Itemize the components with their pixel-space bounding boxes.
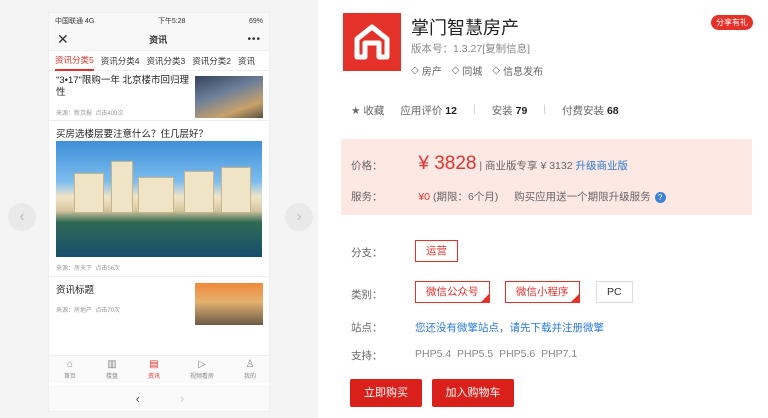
battery-text: 69% <box>248 17 263 25</box>
tag-icon: ◇ <box>411 65 419 76</box>
branch-option[interactable]: 运营 <box>415 240 458 262</box>
browser-nav: ‹ › <box>49 385 269 411</box>
status-bar: 中国联通 4G 下午5:28 69% <box>49 13 269 29</box>
help-icon[interactable]: ? <box>654 192 666 203</box>
tabbar-item-video[interactable]: ▷ 视频看房 <box>190 359 214 380</box>
branch-label: 分支： <box>351 247 383 259</box>
phone-screenshot: 中国联通 4G 下午5:28 69% ✕ 资讯 ••• 资讯分类5 资讯分类4 … <box>48 12 270 412</box>
news-image <box>56 141 262 257</box>
home-icon: ⌂ <box>66 359 74 370</box>
category-wechat-official[interactable]: 微信公众号 <box>415 281 490 303</box>
support-list: PHP5.4 PHP5.5 PHP5.6 PHP7.1 <box>415 348 578 360</box>
install-stat: 安装 79 <box>491 105 528 117</box>
category-tabs: 资讯分类5 资讯分类4 资讯分类3 资讯分类2 资讯 <box>49 51 269 71</box>
tabbar-item-news[interactable]: ▤ 资讯 <box>148 359 160 380</box>
carousel-prev-button[interactable]: ‹ <box>8 203 36 231</box>
preview-panel: ‹ › 中国联通 4G 下午5:28 69% ✕ 资讯 ••• 资讯分类5 资讯… <box>0 0 318 418</box>
news-item[interactable]: "3•17"限购一年 北京楼市回归理性 来源：新京报 点击409次 <box>49 71 269 121</box>
upgrade-link[interactable]: 升级商业版 <box>576 160 629 172</box>
play-icon: ▷ <box>198 359 206 370</box>
service-price: ¥0 <box>418 191 431 203</box>
tabbar-item-mine[interactable]: ♙ 我的 <box>244 359 256 380</box>
price-box: 价格： ¥ 3828 | 商业版专享 ¥ 3132 升级商业版 服务： ¥0 (… <box>341 139 752 215</box>
service-note: 购买应用送一个期限升级服务 <box>514 191 651 203</box>
tab-category-5[interactable]: 资讯分类5 <box>55 51 94 71</box>
price-label: 价格： <box>351 160 383 172</box>
site-register-link[interactable]: 您还没有微擎站点，请先下载并注册微擎 <box>415 320 604 335</box>
time-text: 下午5:28 <box>157 18 186 25</box>
category-pc[interactable]: PC <box>596 281 633 303</box>
news-thumbnail <box>195 283 263 325</box>
tag-icon: ◇ <box>451 65 460 76</box>
tab-category-more[interactable]: 资讯 <box>238 52 255 70</box>
star-icon: ★ <box>351 105 361 117</box>
news-item[interactable]: 资讯标题 来源：房地产 点击70次 <box>49 277 269 333</box>
news-title: 买房选楼层要注意什么？住几层好？ <box>56 129 209 140</box>
app-name: 掌门智慧房产 <box>411 18 519 38</box>
rating-stat: 应用评价 12 <box>400 105 457 117</box>
close-icon[interactable]: ✕ <box>57 31 69 48</box>
price-value: ¥ 3828 <box>418 153 477 174</box>
phone-topbar: ✕ 资讯 ••• <box>49 29 269 51</box>
favorite-button[interactable]: ★ 收藏 <box>351 103 384 118</box>
tag-item[interactable]: ◇ 同城 <box>452 63 483 78</box>
building-icon: ▥ <box>107 359 117 370</box>
business-price: | 商业版专享 ¥ 3132 <box>479 160 573 172</box>
user-icon: ♙ <box>245 359 255 370</box>
tab-category-4[interactable]: 资讯分类4 <box>101 52 140 70</box>
tab-category-2[interactable]: 资讯分类2 <box>192 52 231 70</box>
tag-icon: ◇ <box>492 65 501 76</box>
tab-category-3[interactable]: 资讯分类3 <box>146 52 185 70</box>
add-to-cart-button[interactable]: 加入购物车 <box>432 379 514 407</box>
tabbar-item-home[interactable]: ⌂ 首页 <box>64 359 76 380</box>
tag-item[interactable]: ◇ 信息发布 <box>492 63 543 78</box>
share-reward-badge[interactable]: 分享有礼 <box>711 15 753 30</box>
news-icon: ▤ <box>149 359 159 370</box>
copy-info-link[interactable]: [复制信息] <box>482 43 530 55</box>
carousel-next-button[interactable]: › <box>285 203 313 231</box>
forward-icon[interactable]: › <box>180 391 184 406</box>
price-row: 价格： ¥ 3828 | 商业版专享 ¥ 3132 升级商业版 <box>351 153 628 175</box>
category-wechat-miniprogram[interactable]: 微信小程序 <box>505 281 580 303</box>
tag-list: ◇ 房产 ◇ 同城 ◇ 信息发布 <box>411 63 543 78</box>
tag-item[interactable]: ◇ 房产 <box>411 63 442 78</box>
news-meta: 来源：房天下 点击56次 <box>56 266 121 272</box>
news-meta: 来源：新京报 点击409次 <box>56 111 124 117</box>
news-thumbnail <box>195 76 263 118</box>
buy-now-button[interactable]: 立即购买 <box>350 379 422 407</box>
service-label: 服务： <box>351 191 383 203</box>
news-title: "3•17"限购一年 北京楼市回归理性 <box>56 75 190 98</box>
news-meta: 来源：房地产 点击70次 <box>56 308 121 314</box>
phone-tabbar: ⌂ 首页 ▥ 楼盘 ▤ 资讯 ▷ 视频看房 ♙ 我的 <box>49 355 269 383</box>
back-icon[interactable]: ‹ <box>136 391 140 406</box>
version-line: 版本号：1.3.27[复制信息] <box>411 43 531 55</box>
paid-install-stat: 付费安装 68 <box>562 105 619 117</box>
phone-title: 资讯 <box>149 35 168 45</box>
app-detail-panel: 掌门智慧房产 版本号：1.3.27[复制信息] ◇ 房产 ◇ 同城 ◇ 信息发布 分享… <box>341 0 768 418</box>
support-label: 支持： <box>351 350 383 362</box>
stats-row: ★ 收藏 应用评价 12 | 安装 79 | 付费安装 68 <box>351 103 619 118</box>
site-label: 站点： <box>351 322 383 334</box>
news-item[interactable]: 买房选楼层要注意什么？住几层好？ 来源：房天下 点击56次 <box>49 121 269 277</box>
more-icon[interactable]: ••• <box>247 34 261 45</box>
app-logo <box>343 13 401 71</box>
service-row: 服务： ¥0 (期限：6个月) 购买应用送一个期限升级服务? <box>351 189 666 204</box>
category-label: 类别： <box>351 289 383 301</box>
tabbar-item-buildings[interactable]: ▥ 楼盘 <box>106 359 118 380</box>
service-period: (期限：6个月) <box>432 191 499 203</box>
carrier-text: 中国联通 4G <box>55 18 95 25</box>
